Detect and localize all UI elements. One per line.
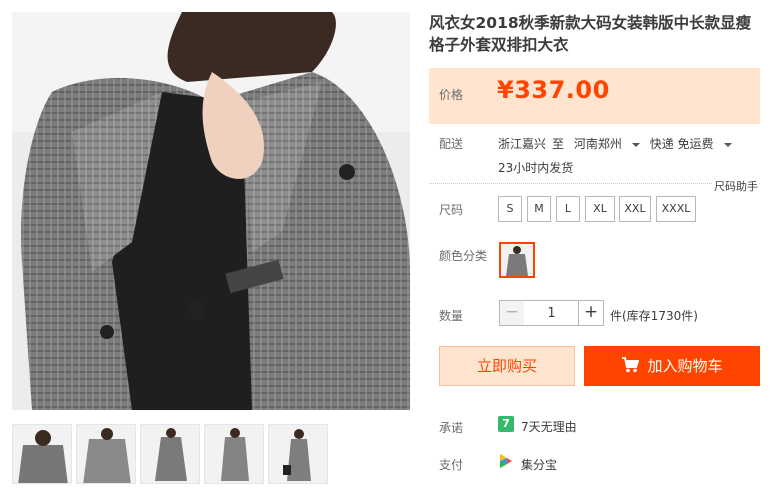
shipping-destination-select[interactable]: 河南郑州: [574, 137, 640, 151]
color-label: 颜色分类: [439, 249, 488, 263]
thumbnail-2-image: [77, 425, 135, 483]
size-option-l[interactable]: L: [556, 196, 580, 222]
size-option-m[interactable]: M: [527, 196, 551, 222]
thumbnail-strip: [12, 424, 410, 484]
product-title: 风衣女2018秋季新款大码女装韩版中长款显瘦格子外套双排扣大衣: [429, 14, 752, 54]
size-option-s[interactable]: S: [498, 196, 522, 222]
thumbnail-1[interactable]: [12, 424, 72, 484]
quantity-decrement-button[interactable]: −: [499, 300, 525, 326]
quantity-input[interactable]: [524, 300, 579, 326]
shipping-origin: 浙江嘉兴: [498, 137, 547, 151]
shipping-destination: 河南郑州: [573, 137, 622, 151]
size-option-xl[interactable]: XL: [585, 196, 615, 222]
promise-label: 承诺: [439, 421, 464, 435]
quantity-label: 数量: [439, 309, 464, 323]
promise-text[interactable]: 7天无理由: [521, 418, 577, 435]
thumbnail-3-image: [141, 425, 199, 483]
chevron-down-icon: [631, 142, 640, 147]
payment-text[interactable]: 集分宝: [521, 456, 557, 473]
thumbnail-2[interactable]: [76, 424, 136, 484]
seven-day-icon: 7: [498, 416, 514, 432]
main-product-image: [12, 12, 410, 410]
color-swatch-selected[interactable]: [499, 242, 535, 278]
color-swatch-image: [501, 244, 533, 276]
stock-info: 件(库存1730件): [610, 309, 698, 323]
quantity-increment-button[interactable]: +: [578, 300, 604, 326]
jifenbao-icon: [500, 454, 512, 468]
coat-photo: [12, 12, 410, 410]
price-box: 价格 ¥337.00: [429, 68, 760, 124]
payment-label: 支付: [439, 458, 464, 472]
add-to-cart-button[interactable]: 加入购物车: [584, 346, 760, 386]
size-label: 尺码: [439, 203, 464, 217]
shipping-line: 浙江嘉兴至 河南郑州 快递 免运费: [498, 135, 738, 152]
thumbnail-3[interactable]: [140, 424, 200, 484]
dispatch-time: 23小时内发货: [498, 161, 574, 175]
divider: [429, 183, 760, 184]
thumbnail-4-image: [205, 425, 263, 483]
add-to-cart-label: 加入购物车: [647, 357, 723, 375]
shipping-to-word: 至: [552, 137, 565, 151]
shipping-label: 配送: [439, 137, 464, 151]
cart-icon: [622, 357, 640, 373]
chevron-down-icon: [723, 142, 732, 147]
shipping-method-select[interactable]: 快递 免运费: [650, 137, 732, 151]
price-label: 价格: [439, 88, 464, 102]
shipping-method: 快递 免运费: [649, 137, 714, 151]
thumbnail-5[interactable]: [268, 424, 328, 484]
buy-now-button[interactable]: 立即购买: [439, 346, 575, 386]
thumbnail-1-image: [13, 425, 71, 483]
size-helper-link[interactable]: 尺码助手: [712, 178, 758, 194]
price-value: ¥337.00: [497, 76, 610, 104]
size-option-xxxl[interactable]: XXXL: [656, 196, 696, 222]
thumbnail-4[interactable]: [204, 424, 264, 484]
size-option-xxl[interactable]: XXL: [619, 196, 651, 222]
thumbnail-5-image: [269, 425, 327, 483]
